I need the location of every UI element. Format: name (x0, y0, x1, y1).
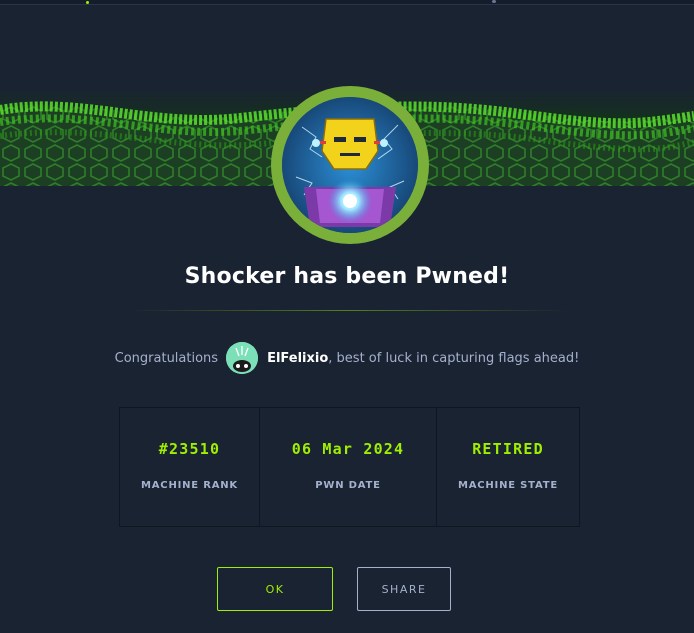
username-link[interactable]: ElFelixio (267, 351, 328, 366)
ok-button[interactable]: OK (217, 567, 333, 611)
stat-pwn-date: 06 Mar 2024 PWN DATE (260, 408, 437, 526)
stat-value: RETIRED (472, 440, 544, 458)
nav-indicator-dot (492, 0, 496, 3)
machine-avatar-ring (271, 86, 429, 244)
stat-label: MACHINE STATE (457, 480, 559, 491)
stat-machine-rank: #23510 MACHINE RANK (120, 408, 260, 526)
stat-machine-state: RETIRED MACHINE STATE (437, 408, 579, 526)
stat-label: PWN DATE (315, 480, 381, 491)
stat-value: 06 Mar 2024 (291, 440, 405, 458)
page-title: Shocker has been Pwned! (184, 264, 510, 289)
congratulations-prefix: Congratulations (114, 350, 219, 366)
machine-avatar-image (282, 97, 418, 233)
user-avatar-image (226, 342, 259, 374)
top-nav-bar (0, 0, 694, 5)
stat-value: #23510 (158, 440, 221, 458)
stats-panel: #23510 MACHINE RANK 06 Mar 2024 PWN DATE… (119, 407, 580, 527)
congratulations-message: Congratulations ElFelixio , best of luck… (0, 342, 694, 374)
machine-avatar (282, 97, 418, 233)
share-button[interactable]: SHARE (357, 567, 451, 611)
user-avatar[interactable] (226, 342, 259, 374)
title-divider (128, 310, 568, 311)
nav-indicator-dot (86, 1, 89, 4)
stat-label: MACHINE RANK (141, 480, 238, 491)
congratulations-suffix: , best of luck in capturing flags ahead! (328, 350, 580, 366)
